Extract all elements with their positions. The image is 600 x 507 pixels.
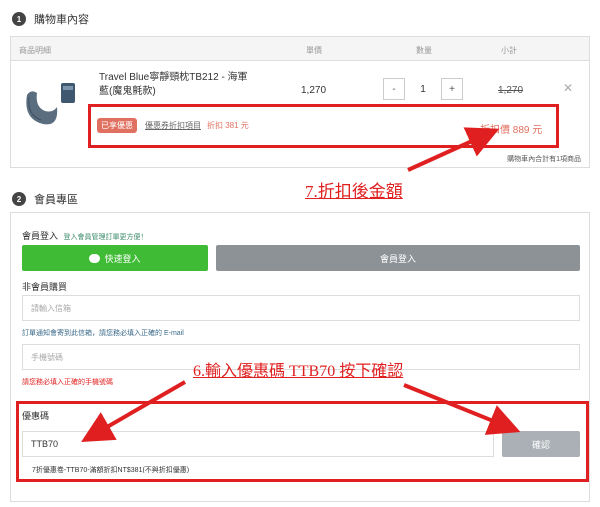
arrow-to-confirm	[403, 383, 521, 435]
annotation-arrows	[81, 127, 521, 442]
arrow-to-coupon-input	[81, 380, 186, 442]
arrow-to-discount	[407, 127, 500, 172]
